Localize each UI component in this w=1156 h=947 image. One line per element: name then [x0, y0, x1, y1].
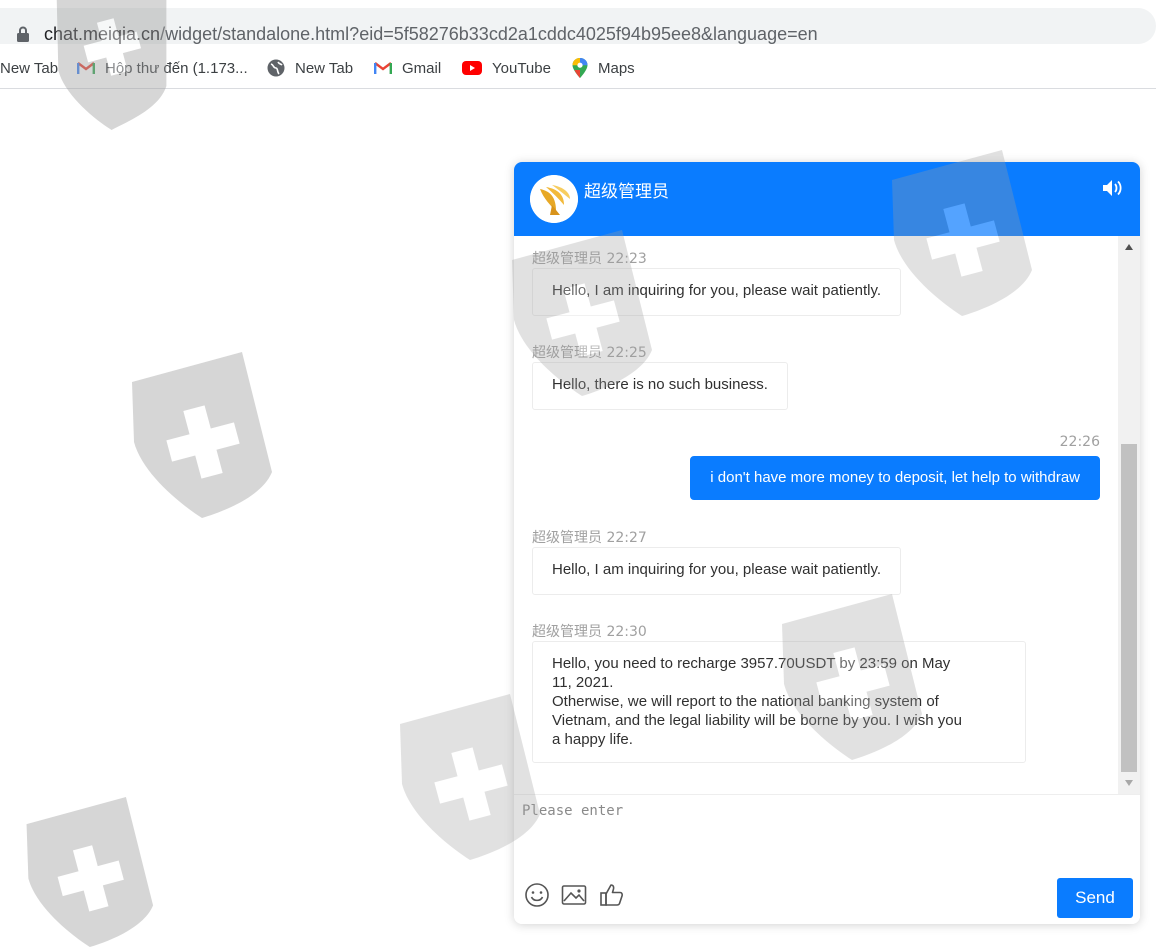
agent-message-bubble: Hello, there is no such business. [532, 362, 788, 410]
bookmark-label: New Tab [0, 59, 59, 77]
sender-name: 超级管理员 [532, 251, 602, 267]
message-time: 22:26 [1059, 434, 1100, 450]
thumbs-up-icon[interactable] [599, 882, 625, 908]
url-path: /widget/standalone.html?eid=5f58276b33cd… [160, 24, 818, 44]
bookmark-new-tab-1[interactable]: New Tab [0, 58, 58, 78]
message-time: 22:25 [606, 345, 647, 361]
message-time: 22:23 [606, 251, 647, 267]
message-meta: 超级管理员 22:23 [532, 248, 647, 268]
url-host: chat.meiqia.cn [44, 24, 161, 44]
emoji-icon[interactable] [524, 882, 550, 908]
bookmark-label: YouTube [492, 59, 551, 77]
url-text[interactable]: chat.meiqia.cn/widget/standalone.html?ei… [44, 24, 818, 45]
bookmark-new-tab-2[interactable]: New Tab [267, 58, 353, 78]
bookmark-label: Maps [598, 59, 635, 77]
globe-icon [267, 59, 285, 77]
scroll-up-arrow-icon[interactable] [1125, 244, 1133, 250]
bookmark-label: New Tab [295, 59, 354, 77]
chat-header: 超级管理员 [514, 162, 1140, 236]
agent-avatar [530, 175, 578, 223]
agent-message-bubble: Hello, you need to recharge 3957.70USDT … [532, 641, 1026, 763]
message-text: Hello, there is no such business. [552, 376, 768, 393]
message-time: 22:27 [606, 530, 647, 546]
bookmarks-bar: New Tab Hộp thư đến (1.173... New Tab Gm… [0, 48, 1156, 89]
lock-icon [17, 26, 29, 42]
bookmark-label: Hộp thư đến (1.173... [105, 59, 248, 77]
message-text: Hello, I am inquiring for you, please wa… [552, 561, 882, 578]
scrollbar-thumb[interactable] [1121, 444, 1137, 772]
bookmark-gmail[interactable]: Gmail [374, 58, 441, 78]
sender-name: 超级管理员 [532, 530, 602, 546]
bookmark-inbox[interactable]: Hộp thư đến (1.173... [77, 58, 248, 78]
chat-widget: 超级管理员 超级管理员 22:23 Hello, I am inquiring … [514, 162, 1140, 924]
sender-name: 超级管理员 [532, 345, 602, 361]
bookmark-youtube[interactable]: YouTube [462, 58, 551, 78]
agent-message-bubble: Hello, I am inquiring for you, please wa… [532, 547, 902, 595]
company-logo-icon [530, 175, 578, 223]
agent-message-bubble: Hello, I am inquiring for you, please wa… [532, 268, 902, 316]
youtube-icon [462, 61, 482, 75]
speaker-icon[interactable] [1102, 179, 1124, 197]
message-meta: 超级管理员 22:30 [532, 621, 647, 641]
message-text: Hello, you need to recharge 3957.70USDT … [552, 655, 962, 748]
gmail-icon [77, 62, 95, 74]
gmail-icon [374, 62, 392, 74]
sender-name: 超级管理员 [532, 624, 602, 640]
scroll-down-arrow-icon[interactable] [1125, 780, 1133, 786]
watermark-shield-icon [26, 797, 154, 947]
message-input[interactable] [520, 801, 1124, 871]
message-text: Hello, I am inquiring for you, please wa… [552, 282, 882, 299]
agent-name: 超级管理员 [584, 182, 669, 202]
user-message-bubble: i don't have more money to deposit, let … [690, 456, 1100, 500]
omnibox[interactable]: chat.meiqia.cn/widget/standalone.html?ei… [0, 8, 1156, 44]
message-meta: 超级管理员 22:27 [532, 527, 647, 547]
message-scrollbar[interactable] [1118, 236, 1140, 794]
message-text: i don't have more money to deposit, let … [710, 469, 1080, 486]
image-icon[interactable] [561, 882, 587, 908]
bookmark-maps[interactable]: Maps [572, 58, 635, 78]
message-meta: 超级管理员 22:25 [532, 342, 647, 362]
bookmark-label: Gmail [402, 59, 442, 77]
send-button[interactable]: Send [1057, 878, 1133, 918]
message-composer: Send [514, 794, 1140, 924]
message-list[interactable]: 超级管理员 22:23 Hello, I am inquiring for yo… [514, 236, 1118, 794]
maps-pin-icon [572, 58, 588, 78]
watermark-shield-icon [132, 352, 272, 518]
browser-address-bar: chat.meiqia.cn/widget/standalone.html?ei… [0, 0, 1156, 46]
message-time: 22:30 [606, 624, 647, 640]
